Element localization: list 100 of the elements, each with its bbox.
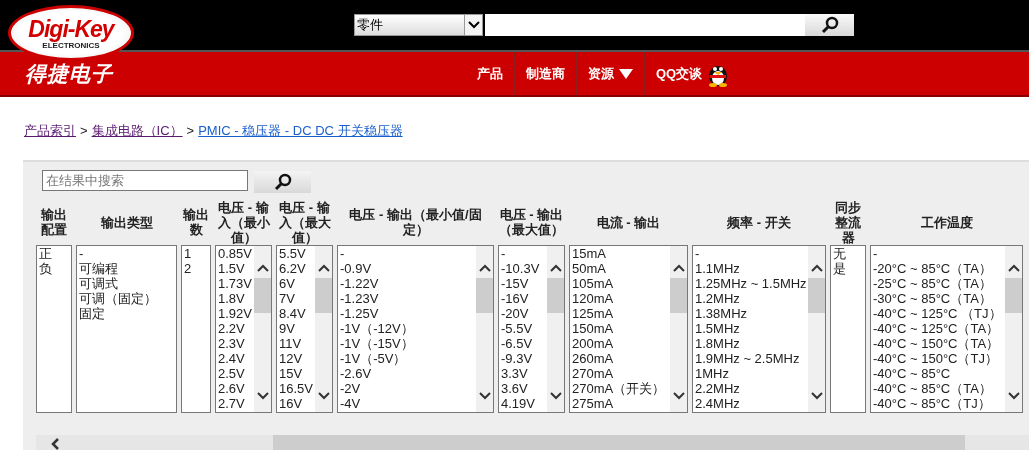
nav-link[interactable]: 制造商 [514, 52, 576, 95]
filter-search-field[interactable]: 在结果中搜索 [42, 170, 248, 191]
list-option[interactable]: 是 [833, 261, 865, 276]
filter-listbox[interactable]: 5.5V 6.2V 6V 7V 8.4V 9V 11V 12V 15V 16.5V 16V [276, 245, 333, 413]
list-option[interactable]: -20V [501, 306, 547, 321]
list-option[interactable]: 12V [279, 351, 315, 366]
filter-listbox[interactable]: - 可编程 可调式 可调（固定） 固定 [76, 245, 177, 413]
filter-search-button[interactable] [254, 171, 311, 193]
scrollbar-thumb[interactable] [808, 278, 825, 313]
breadcrumb-link[interactable]: PMIC - 稳压器 - DC DC 开关稳压器 [198, 122, 403, 140]
list-option[interactable]: - [79, 246, 176, 261]
scrollbar-thumb[interactable] [1005, 278, 1022, 313]
list-option[interactable]: 16V [279, 396, 315, 411]
list-option[interactable]: 15mA [572, 246, 670, 261]
list-option[interactable]: - [873, 246, 1005, 261]
list-option[interactable]: -30°C ~ 85°C（TA） [873, 291, 1005, 306]
nav-link[interactable]: 产品 [466, 52, 514, 95]
vertical-scrollbar[interactable] [254, 246, 271, 412]
vertical-scrollbar[interactable] [476, 246, 493, 412]
nav-link[interactable]: QQ交谈 [644, 52, 741, 95]
list-option[interactable]: -1.25V [340, 306, 476, 321]
filter-listbox[interactable]: 无 是 [830, 245, 866, 413]
list-option[interactable]: - [340, 246, 476, 261]
list-option[interactable]: -40°C ~ 125°C （TJ） [873, 306, 1005, 321]
list-option[interactable]: 1.1MHz [695, 261, 808, 276]
list-option[interactable]: 1.25MHz ~ 1.5MHz [695, 276, 808, 291]
list-option[interactable]: 15V [279, 366, 315, 381]
list-option[interactable]: -1V（-15V） [340, 336, 476, 351]
list-option[interactable]: -15V [501, 276, 547, 291]
category-select[interactable]: 零件 [354, 14, 483, 36]
list-option[interactable]: 2.2V [218, 321, 254, 336]
scrollbar-thumb[interactable] [315, 278, 332, 313]
filter-listbox[interactable]: 正 负 [36, 245, 72, 413]
list-option[interactable]: -2.6V [340, 366, 476, 381]
list-option[interactable]: 260mA [572, 351, 670, 366]
list-option[interactable]: 1.73V [218, 276, 254, 291]
vertical-scrollbar[interactable] [808, 246, 825, 412]
breadcrumb-link[interactable]: 产品索引 [24, 122, 76, 140]
list-option[interactable]: 6V [279, 276, 315, 291]
filter-listbox[interactable]: 15mA 50mA 105mA 120mA 125mA 150mA 200mA 260mA 270mA 270mA（开关） 275mA [569, 245, 688, 413]
list-option[interactable]: -10.3V [501, 261, 547, 276]
list-option[interactable]: 200mA [572, 336, 670, 351]
list-option[interactable]: -25°C ~ 85°C（TA） [873, 276, 1005, 291]
nav-link[interactable]: 资源 [576, 52, 644, 95]
list-option[interactable]: 270mA [572, 366, 670, 381]
list-option[interactable]: -4V [340, 396, 476, 411]
list-option[interactable]: -1.23V [340, 291, 476, 306]
list-option[interactable]: -20°C ~ 85°C（TA） [873, 261, 1005, 276]
search-button[interactable] [805, 14, 854, 36]
list-option[interactable]: 可编程 [79, 261, 176, 276]
list-option[interactable]: 负 [39, 261, 71, 276]
list-option[interactable]: - [695, 246, 808, 261]
list-option[interactable]: 正 [39, 246, 71, 261]
list-option[interactable]: 1.92V [218, 306, 254, 321]
filter-listbox[interactable]: 1 2 [181, 245, 211, 413]
list-option[interactable]: -40°C ~ 150°C（TA） [873, 336, 1005, 351]
list-option[interactable]: 无 [833, 246, 865, 261]
list-option[interactable]: 1.5V [218, 261, 254, 276]
list-option[interactable]: -5.5V [501, 321, 547, 336]
list-option[interactable]: -9.3V [501, 351, 547, 366]
list-option[interactable]: 固定 [79, 306, 176, 321]
list-option[interactable]: 11V [279, 336, 315, 351]
list-option[interactable]: 16.5V [279, 381, 315, 396]
list-option[interactable]: 2.4MHz [695, 396, 808, 411]
list-option[interactable]: 1.8MHz [695, 336, 808, 351]
scrollbar-thumb[interactable] [476, 278, 493, 313]
list-option[interactable]: 1.5MHz [695, 321, 808, 336]
list-option[interactable]: -2V [340, 381, 476, 396]
list-option[interactable]: 8.4V [279, 306, 315, 321]
vertical-scrollbar[interactable] [1005, 246, 1022, 412]
list-option[interactable]: -6.5V [501, 336, 547, 351]
list-option[interactable]: -1V（-12V） [340, 321, 476, 336]
list-option[interactable]: 150mA [572, 321, 670, 336]
list-option[interactable]: - [501, 246, 547, 261]
list-option[interactable]: 1.8V [218, 291, 254, 306]
breadcrumb-link[interactable]: 集成电路（IC） [91, 122, 183, 140]
filter-listbox[interactable]: - -20°C ~ 85°C（TA） -25°C ~ 85°C（TA） -30°C ~ 85°C（TA） -40°C ~ 125°C （TJ） -40°C ~ 125°C（TA） -40°C ~ 150°C（TA） -40°C ~ 150°C（TJ） -40°C ~ 85°C -40°C ~ 85°C（TA） -40°C ~ 85°C（TJ） [870, 245, 1023, 413]
list-option[interactable]: -1.22V [340, 276, 476, 291]
filter-listbox[interactable]: - -10.3V -15V -16V -20V -5.5V -6.5V -9.3V 3.3V 3.6V 4.19V [498, 245, 565, 413]
list-option[interactable]: 1.38MHz [695, 306, 808, 321]
list-option[interactable]: 2.7V [218, 396, 254, 411]
list-option[interactable]: -40°C ~ 85°C（TJ） [873, 396, 1005, 411]
list-option[interactable]: 6.2V [279, 261, 315, 276]
list-option[interactable]: 50mA [572, 261, 670, 276]
list-option[interactable]: 2.4V [218, 351, 254, 366]
scrollbar-thumb[interactable] [273, 435, 965, 450]
list-option[interactable]: 2 [184, 261, 210, 276]
list-option[interactable]: 275mA [572, 396, 670, 411]
list-option[interactable]: 125mA [572, 306, 670, 321]
list-option[interactable]: -16V [501, 291, 547, 306]
vertical-scrollbar[interactable] [315, 246, 332, 412]
vertical-scrollbar[interactable] [547, 246, 564, 412]
list-option[interactable]: 5.5V [279, 246, 315, 261]
list-option[interactable]: 120mA [572, 291, 670, 306]
vertical-scrollbar[interactable] [670, 246, 687, 412]
list-option[interactable]: 2.3V [218, 336, 254, 351]
scrollbar-thumb[interactable] [254, 278, 271, 313]
list-option[interactable]: 4.19V [501, 396, 547, 411]
list-option[interactable]: 2.2MHz [695, 381, 808, 396]
list-option[interactable]: -40°C ~ 150°C（TJ） [873, 351, 1005, 366]
